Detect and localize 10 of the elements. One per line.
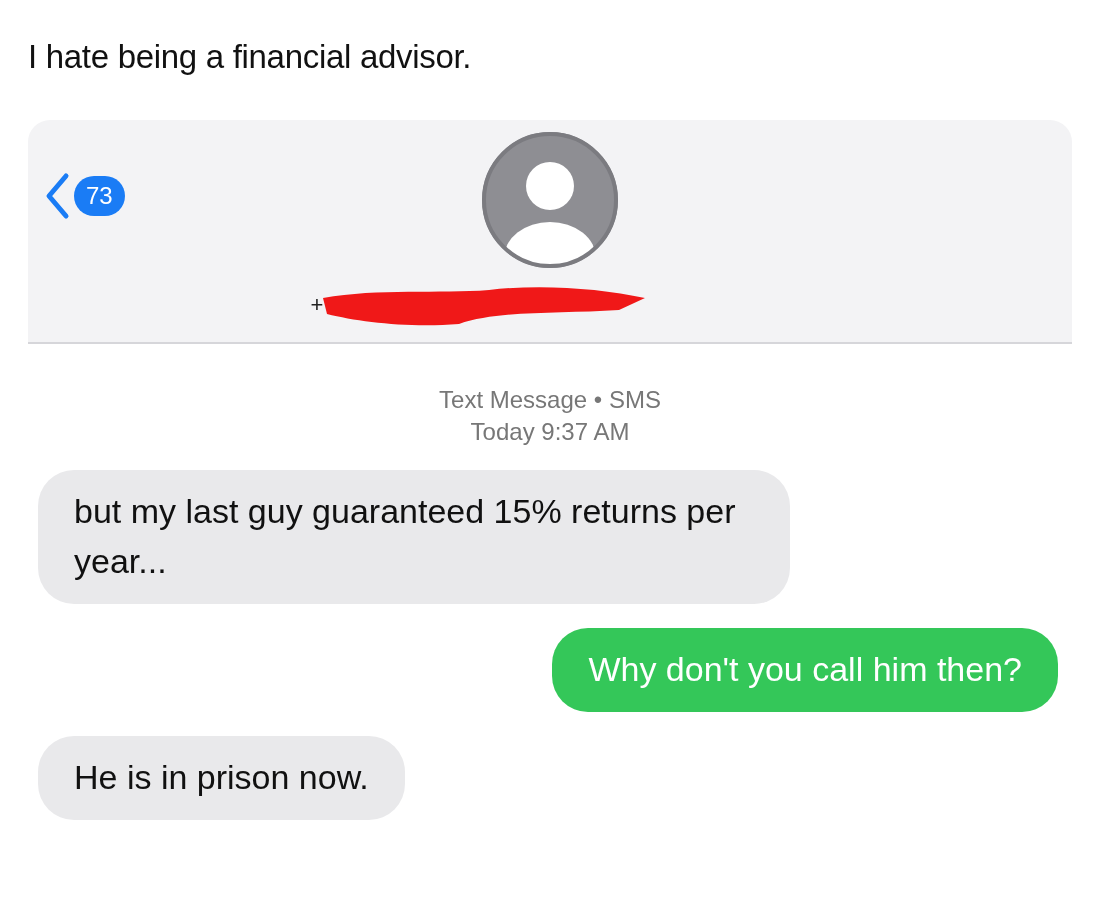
post-text: I hate being a financial advisor. bbox=[28, 38, 472, 76]
received-message-bubble: He is in prison now. bbox=[38, 736, 405, 820]
phone-number: + bbox=[310, 292, 324, 318]
contact-avatar-icon bbox=[480, 130, 620, 270]
received-message-bubble: but my last guy guaranteed 15% returns per year... bbox=[38, 470, 790, 604]
unread-count-badge: 73 bbox=[74, 176, 125, 216]
back-chevron-icon[interactable] bbox=[44, 172, 70, 220]
service-label: Text Message • SMS bbox=[439, 385, 661, 415]
message-timestamp: Today 9:37 AM bbox=[470, 417, 630, 447]
sent-message-bubble: Why don't you call him then? bbox=[552, 628, 1058, 712]
